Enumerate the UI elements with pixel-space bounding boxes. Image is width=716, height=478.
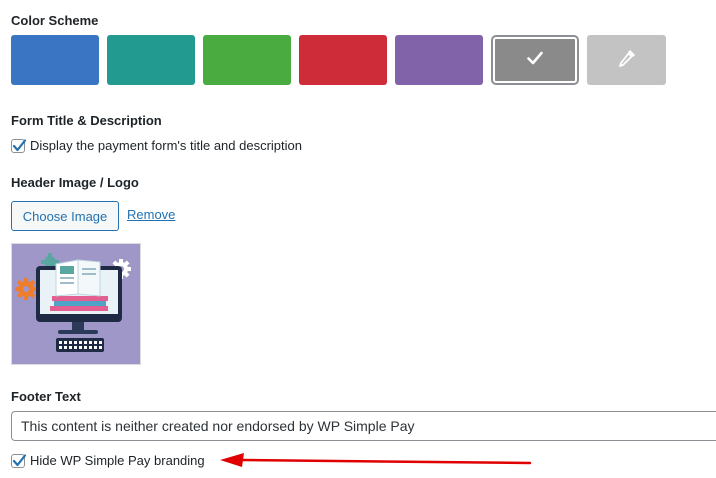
- choose-image-button[interactable]: Choose Image: [11, 201, 119, 231]
- hide-branding-checkbox[interactable]: [11, 453, 27, 468]
- color-swatch-purple[interactable]: [395, 35, 483, 85]
- display-title-checkbox[interactable]: [11, 138, 27, 153]
- eyedropper-icon: [616, 47, 638, 74]
- settings-panel: Color Scheme Form Title & Description Di…: [0, 0, 716, 478]
- header-image-preview: [11, 243, 141, 365]
- checkmark-icon: [527, 51, 543, 70]
- form-title-section-title: Form Title & Description: [11, 113, 162, 128]
- remove-image-link[interactable]: Remove: [127, 207, 175, 222]
- color-swatch-blue[interactable]: [11, 35, 99, 85]
- color-swatch-teal[interactable]: [107, 35, 195, 85]
- footer-text-input[interactable]: This content is neither created nor endo…: [11, 411, 716, 441]
- color-swatch-gray[interactable]: [491, 35, 579, 85]
- hide-branding-label: Hide WP Simple Pay branding: [30, 453, 205, 468]
- color-swatch-red[interactable]: [299, 35, 387, 85]
- header-image-title: Header Image / Logo: [11, 175, 139, 190]
- annotation-arrow-icon: [220, 453, 532, 467]
- footer-text-title: Footer Text: [11, 389, 81, 404]
- color-swatch-green[interactable]: [203, 35, 291, 85]
- display-title-label: Display the payment form's title and des…: [30, 138, 302, 153]
- color-scheme-title: Color Scheme: [11, 13, 99, 28]
- hide-branding-option: Hide WP Simple Pay branding: [11, 453, 205, 468]
- custom-color-picker[interactable]: [587, 35, 666, 85]
- display-title-option: Display the payment form's title and des…: [11, 138, 302, 153]
- computer-illustration-icon: [15, 253, 131, 352]
